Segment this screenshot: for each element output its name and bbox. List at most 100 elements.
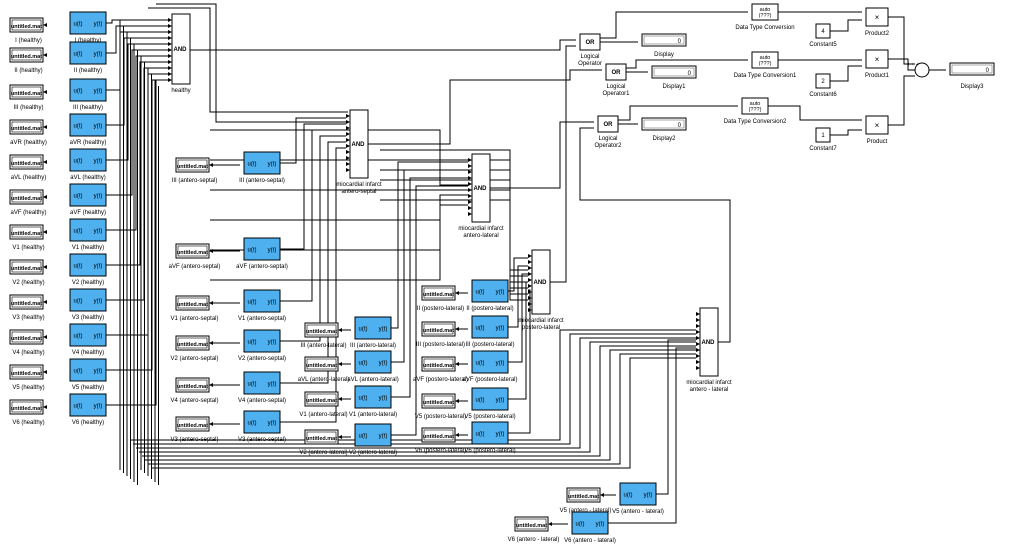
constant-1[interactable]: 2Constant6 xyxy=(809,73,837,98)
lookup-antero-lateral2-1[interactable]: u(t) y(t) V6 (antero - lateral) xyxy=(564,511,616,544)
lookup-healthy-10[interactable]: u(t) y(t) V5 (healthy) xyxy=(69,358,107,391)
input-port-arrow xyxy=(696,336,700,340)
from-file-caption: V4 (healthy) xyxy=(12,350,44,356)
lookup-antero-septal-1[interactable]: u(t) y(t) aVF (antero-septal) xyxy=(236,237,288,270)
from-file-healthy-5[interactable]: untitled.mat aVF (healthy) xyxy=(9,189,47,216)
lookup-antero-septal-0[interactable]: u(t) y(t) III (antero-septal) xyxy=(239,151,285,184)
output-port-label: y(t) xyxy=(496,398,505,404)
product-2[interactable]: × Product xyxy=(865,115,889,145)
output-port-arrow xyxy=(455,327,459,331)
from-file-postero-lateral-4[interactable]: untitled.mat V6 (postero-lateral) xyxy=(415,427,466,454)
from-file-antero-lateral2-1[interactable]: untitled.mat V6 (antero - lateral) xyxy=(508,516,560,543)
lookup-postero-lateral-3[interactable]: u(t) y(t) V5 (postero-lateral) xyxy=(464,387,516,420)
constant-2[interactable]: 1Constant7 xyxy=(809,127,837,152)
data-type-conversion-1[interactable]: auto(???)Data Type Conversion1 xyxy=(734,51,797,79)
lookup-healthy-4[interactable]: u(t) y(t) aVL (healthy) xyxy=(69,148,107,181)
product-0[interactable]: × Product2 xyxy=(865,7,890,37)
lookup-healthy-0[interactable]: u(t) y(t)I (healthy) xyxy=(69,11,107,44)
lookup-block-caption: aVF (healthy) xyxy=(70,210,106,216)
output-port-label: y(t) xyxy=(496,326,505,332)
lookup-healthy-2[interactable]: u(t) y(t) III (healthy) xyxy=(69,78,107,111)
input-port-arrow xyxy=(168,60,172,64)
input-port-label: u(t) xyxy=(74,299,83,305)
from-file-antero-lateral2-0[interactable]: untitled.matV5 (antero - lateral) xyxy=(560,487,612,514)
block-diagram: untitled.mat I (healthy) u(t) y(t) I (health… xyxy=(9,3,995,544)
from-file-caption: III (postero-lateral) xyxy=(416,342,465,348)
from-file-caption: V3 (healthy) xyxy=(12,315,44,321)
from-file-healthy-10[interactable]: untitled.mat V5 (healthy) xyxy=(9,364,47,391)
from-file-postero-lateral-3[interactable]: untitled.mat V5 (postero-lateral) xyxy=(415,393,466,420)
lookup-healthy-11[interactable]: u(t) y(t) V6 (healthy) xyxy=(69,393,107,426)
and-postero-lateral[interactable]: AND miocardial infarctpostero-lateral xyxy=(518,249,564,331)
from-file-antero-septal-2[interactable]: untitled.mat V1 (antero-septal) xyxy=(170,295,219,322)
from-file-filename: untitled.mat xyxy=(423,292,454,298)
lookup-antero-lateral2-0[interactable]: u(t) y(t) V5 (antero - lateral) xyxy=(612,482,664,515)
lookup-postero-lateral-4[interactable]: u(t) y(t) V6 (postero-lateral) xyxy=(464,421,516,454)
from-file-postero-lateral-2[interactable]: untitled.mat aVF (postero-lateral) xyxy=(413,356,468,383)
lookup-postero-lateral-2[interactable]: u(t) y(t) aVF (postero-lateral) xyxy=(462,350,518,383)
input-port-label: u(t) xyxy=(248,162,257,168)
from-file-antero-lateral-1[interactable]: untitled.mat aVL (antero-lateral) xyxy=(298,356,349,383)
output-port-arrow xyxy=(209,383,213,387)
and-antero-lateral[interactable]: AND miocardial infarctantero-lateral xyxy=(458,153,504,239)
data-type-conversion-2[interactable]: auto(???)Data Type Conversion2 xyxy=(724,97,787,125)
from-file-antero-septal-1[interactable]: untitled.mat aVF (antero-septal) xyxy=(169,243,221,270)
lookup-antero-septal-5[interactable]: u(t) y(t) V3 (antero-septal) xyxy=(238,410,286,443)
from-file-healthy-9[interactable]: untitled.mat V4 (healthy) xyxy=(9,329,47,356)
lookup-postero-lateral-0[interactable]: u(t) y(t) II (postero-lateral) xyxy=(466,279,514,312)
from-file-antero-septal-0[interactable]: untitled.mat III (antero-septal) xyxy=(172,157,218,184)
logical-operator-0[interactable]: OR LogicalOperator xyxy=(578,33,602,67)
from-file-healthy-7[interactable]: untitled.mat V2 (healthy) xyxy=(9,259,47,286)
and-antero-septal[interactable]: AND miocardial infarctantero-septal xyxy=(336,109,382,195)
output-port-arrow xyxy=(455,362,459,366)
from-file-healthy-4[interactable]: untitled.mat aVL (healthy) xyxy=(9,154,47,181)
input-port-label: u(t) xyxy=(576,522,585,528)
from-file-antero-septal-4[interactable]: untitled.mat V4 (antero-septal) xyxy=(170,377,219,404)
lookup-healthy-8[interactable]: u(t) y(t) V3 (healthy) xyxy=(69,288,107,321)
from-file-healthy-2[interactable]: untitled.mat III (healthy) xyxy=(9,84,47,111)
output-port-label: y(t) xyxy=(94,369,103,375)
lookup-antero-lateral-2[interactable]: u(t) y(t) V1 (antero-lateral) xyxy=(349,385,397,418)
lookup-antero-lateral-1[interactable]: u(t) y(t) aVL (antero-lateral) xyxy=(347,350,399,383)
lookup-antero-lateral-0[interactable]: u(t) y(t) III (antero-lateral) xyxy=(350,316,396,349)
from-file-healthy-1[interactable]: untitled.mat II (healthy) xyxy=(9,47,47,74)
and-healthy[interactable]: AND healthy xyxy=(171,13,191,94)
output-port-arrow xyxy=(338,435,342,439)
display-caption: Display2 xyxy=(652,136,676,142)
lookup-healthy-5[interactable]: u(t) y(t) aVF (healthy) xyxy=(69,183,107,216)
lookup-healthy-3[interactable]: u(t) y(t) aVR (healthy) xyxy=(69,113,107,146)
from-file-healthy-0[interactable]: untitled.mat I (healthy) xyxy=(9,17,47,44)
signal-line xyxy=(830,19,862,32)
from-file-healthy-6[interactable]: untitled.mat V1 (healthy) xyxy=(9,224,47,251)
input-port-label: u(t) xyxy=(74,404,83,410)
lookup-antero-septal-2[interactable]: u(t) y(t) V1 (antero-septal) xyxy=(238,289,286,322)
product-1[interactable]: × Product1 xyxy=(865,49,890,79)
lookup-block-caption: III (postero-lateral) xyxy=(465,342,514,348)
lookup-healthy-6[interactable]: u(t) y(t) V1 (healthy) xyxy=(69,218,107,251)
from-file-postero-lateral-1[interactable]: untitled.mat III (postero-lateral) xyxy=(416,321,465,348)
output-port-arrow xyxy=(209,422,213,426)
from-file-healthy-3[interactable]: untitled.mat aVR (healthy) xyxy=(9,119,47,146)
constant-0[interactable]: 4Constant5 xyxy=(809,23,837,48)
lookup-antero-lateral-3[interactable]: u(t) y(t) V2 (antero-lateral) xyxy=(349,423,397,456)
from-file-healthy-11[interactable]: untitled.mat V6 (healthy) xyxy=(9,399,47,426)
input-port-arrow xyxy=(696,312,700,316)
from-file-antero-lateral-2[interactable]: untitled.mat V1 (antero-lateral) xyxy=(299,391,348,418)
from-file-postero-lateral-0[interactable]: untitled.mat II (postero-lateral) xyxy=(417,285,464,312)
lookup-healthy-1[interactable]: u(t) y(t) II (healthy) xyxy=(69,41,107,74)
input-port-label: u(t) xyxy=(359,361,368,367)
from-file-antero-lateral-0[interactable]: untitled.mat III (antero-lateral) xyxy=(300,322,347,349)
lookup-antero-septal-3[interactable]: u(t) y(t) V2 (antero-septal) xyxy=(238,329,286,362)
lookup-healthy-9[interactable]: u(t) y(t) V4 (healthy) xyxy=(69,323,107,356)
data-type-conversion-0[interactable]: auto(???)Data Type Conversion xyxy=(735,3,795,31)
and-block-caption: antero-septal xyxy=(341,189,376,195)
from-file-antero-septal-3[interactable]: untitled.mat V2 (antero-septal) xyxy=(170,335,219,362)
lookup-postero-lateral-1[interactable]: u(t) y(t) III (postero-lateral) xyxy=(465,315,515,348)
lookup-antero-septal-4[interactable]: u(t) y(t) V4 (antero-septal) xyxy=(238,371,286,404)
logical-operator-2[interactable]: OR LogicalOperator2 xyxy=(594,115,622,149)
from-file-antero-septal-5[interactable]: untitled.mat V3 (antero-septal) xyxy=(170,416,219,443)
from-file-antero-lateral-3[interactable]: untitled.mat V2 (antero-lateral) xyxy=(299,429,348,456)
logical-operator-1[interactable]: OR LogicalOperator1 xyxy=(602,63,630,97)
lookup-healthy-7[interactable]: u(t) y(t) V2 (healthy) xyxy=(69,253,107,286)
from-file-healthy-8[interactable]: untitled.mat V3 (healthy) xyxy=(9,294,47,321)
